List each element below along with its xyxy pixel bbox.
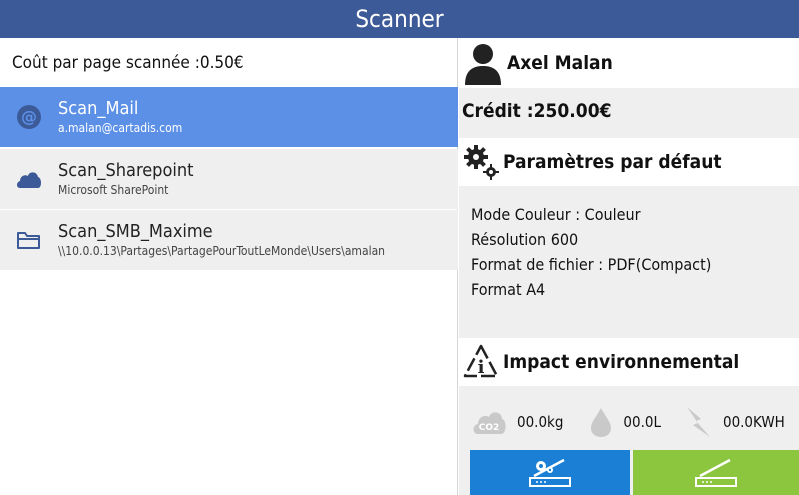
user-avatar-icon — [459, 38, 507, 88]
scan-item-detail: a.malan@cartadis.com — [58, 121, 183, 135]
default-settings-title: Paramètres par défaut — [503, 151, 722, 173]
svg-text:i: i — [478, 357, 485, 378]
environmental-impact-values: CO2 00.0kg 00.0L 00.0KWH — [459, 400, 799, 444]
setting-color-mode: Mode Couleur : Couleur — [471, 205, 641, 224]
gears-icon — [459, 138, 503, 186]
scan-item-detail: \\10.0.0.13\Partages\PartagePourToutLeMo… — [58, 244, 386, 258]
user-header: Axel Malan — [459, 38, 799, 88]
title-bar: Scanner — [0, 0, 799, 38]
environmental-impact-header: i Impact environnemental — [459, 338, 799, 386]
co2-cloud-icon: CO2 — [471, 408, 507, 436]
setting-resolution: Résolution 600 — [471, 230, 579, 249]
default-settings-list: Mode Couleur : Couleur Résolution 600 Fo… — [471, 202, 711, 302]
cloud-icon — [0, 149, 58, 209]
setting-paper-format: Format A4 — [471, 280, 546, 299]
scan-settings-button[interactable] — [470, 450, 630, 495]
water-drop-icon — [589, 406, 613, 438]
scanner-icon — [695, 458, 737, 487]
scan-item-name: Scan_SMB_Maxime — [58, 221, 213, 242]
scan-item-mail[interactable]: @ Scan_Mail a.malan@cartadis.com — [0, 87, 458, 147]
scan-item-smb[interactable]: Scan_SMB_Maxime \\10.0.0.13\Partages\Par… — [0, 210, 458, 270]
svg-text:@: @ — [21, 107, 37, 126]
scan-item-sharepoint[interactable]: Scan_Sharepoint Microsoft SharePoint — [0, 149, 458, 209]
credit-balance: Crédit :250.00€ — [462, 100, 612, 122]
right-panel: Axel Malan Crédit :250.00€ Paramètres pa… — [459, 38, 799, 495]
environmental-impact-title: Impact environnemental — [503, 351, 740, 373]
scan-item-name: Scan_Sharepoint — [58, 160, 194, 181]
scanner-settings-icon — [529, 458, 571, 487]
water-value: 00.0L — [623, 413, 661, 431]
page-title: Scanner — [355, 5, 444, 33]
co2-value: 00.0kg — [517, 413, 564, 431]
folder-icon — [0, 210, 58, 270]
recycle-info-icon: i — [459, 338, 503, 386]
left-panel: Coût par page scannée :0.50€ @ Scan_Mail… — [0, 38, 458, 495]
default-settings-header: Paramètres par défaut — [459, 138, 799, 186]
user-name: Axel Malan — [507, 52, 613, 74]
scan-button[interactable] — [633, 450, 799, 495]
setting-file-format: Format de fichier : PDF(Compact) — [471, 255, 712, 274]
lightning-icon — [683, 405, 713, 439]
scan-item-detail: Microsoft SharePoint — [58, 183, 169, 197]
svg-text:CO2: CO2 — [479, 423, 500, 433]
energy-value: 00.0KWH — [722, 413, 785, 431]
at-icon: @ — [0, 87, 58, 147]
scan-item-name: Scan_Mail — [58, 98, 139, 119]
cost-per-page: Coût par page scannée :0.50€ — [12, 53, 244, 73]
